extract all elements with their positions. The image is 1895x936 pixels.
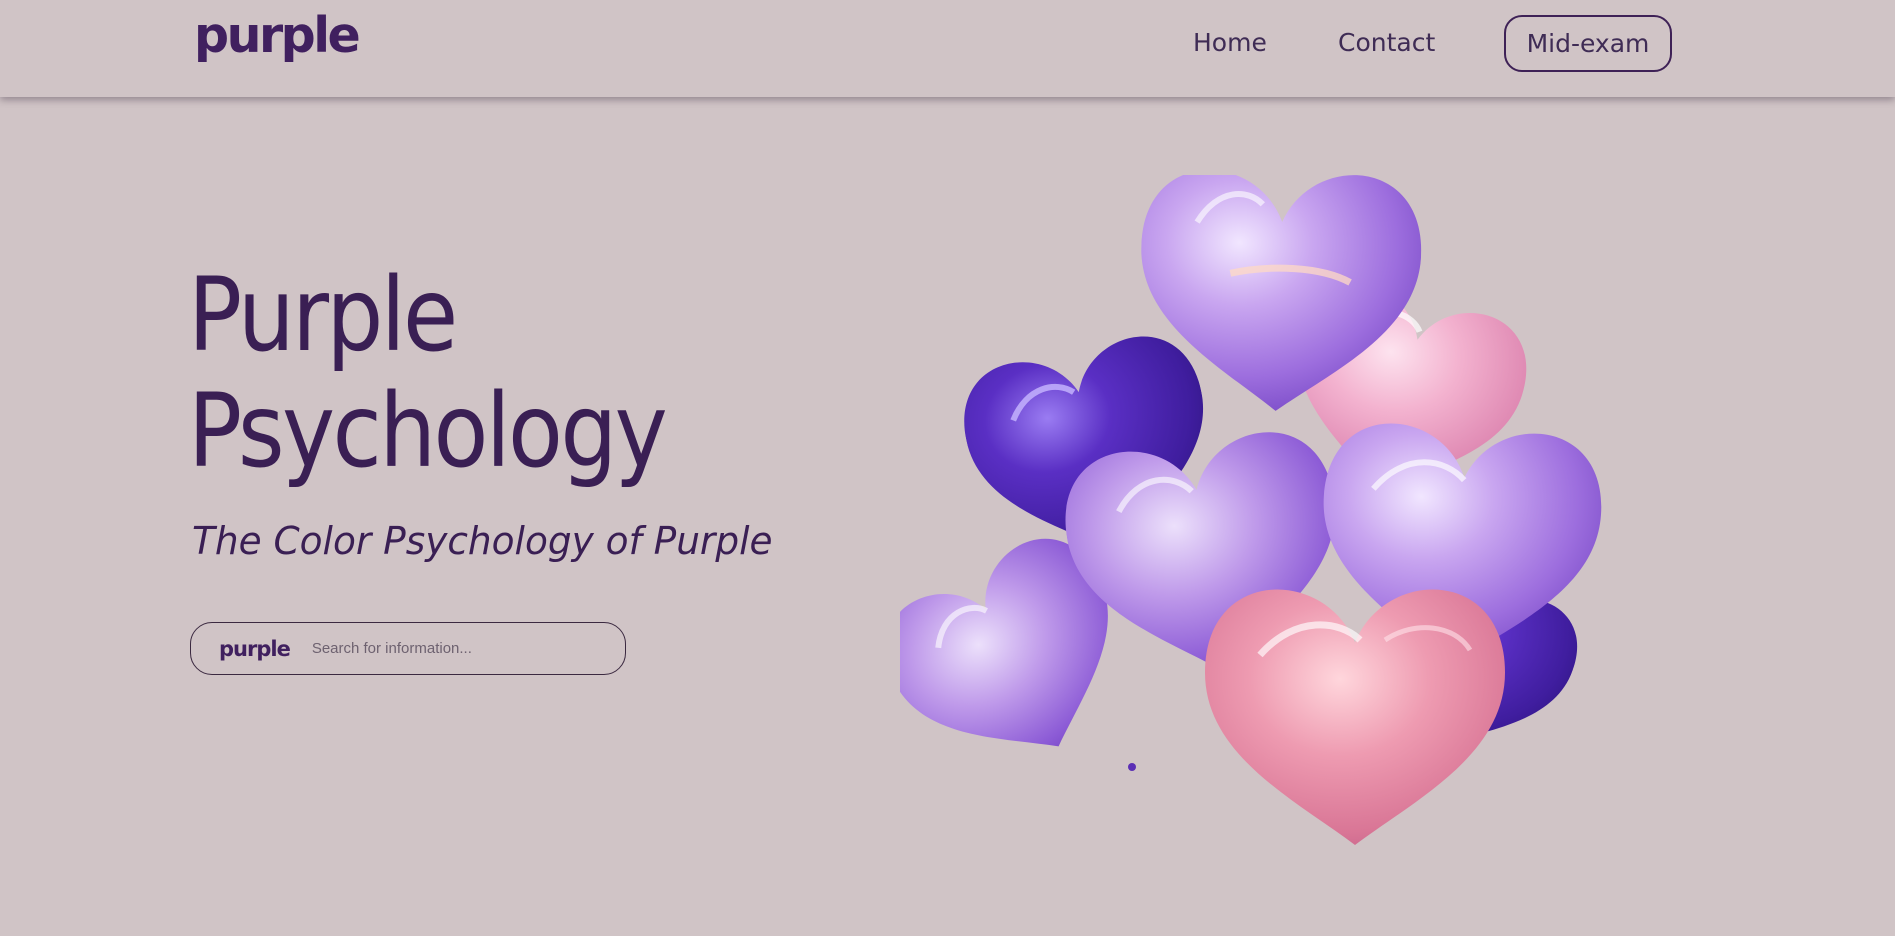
- search-brand-logo: purple: [219, 636, 291, 661]
- hero-title-line2: Psychology: [188, 372, 668, 491]
- nav-contact-link[interactable]: Contact: [1338, 30, 1435, 55]
- search-bar[interactable]: purple: [190, 622, 626, 675]
- balloon-knot: [1128, 763, 1136, 771]
- heart-balloons-image: [900, 175, 1690, 855]
- hero-title: Purple Psychology: [188, 256, 668, 491]
- site-header: purple Home Contact Mid-exam: [0, 0, 1895, 97]
- hero-title-line1: Purple: [188, 256, 458, 375]
- nav-home-link[interactable]: Home: [1193, 30, 1267, 55]
- mid-exam-button[interactable]: Mid-exam: [1504, 15, 1672, 72]
- search-input[interactable]: [311, 640, 612, 657]
- heart-balloons-illustration: [900, 175, 1607, 845]
- hero-subtitle: The Color Psychology of Purple: [192, 519, 773, 563]
- pink-balloon-front: [1205, 589, 1505, 845]
- brand-logo[interactable]: purple: [194, 11, 361, 60]
